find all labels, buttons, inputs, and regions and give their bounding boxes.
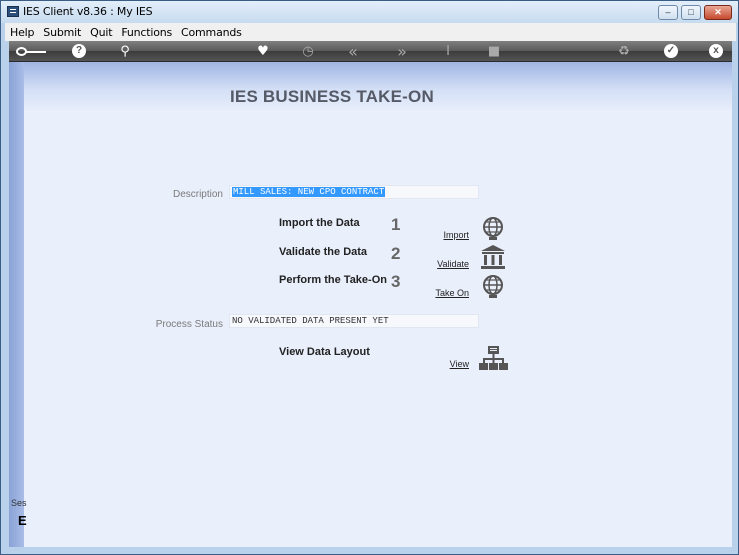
step-takeon-label: Perform the Take-On [279,274,387,286]
app-icon[interactable] [7,6,19,17]
help-icon[interactable]: ? [72,44,86,58]
menu-bar: Help Submit Quit Functions Commands [5,23,736,41]
toolbar: ? ⚲ ♥ ◷ « » I ■ ♻ ✓ x [9,41,732,62]
check-icon[interactable]: ✓ [664,44,678,58]
forward-icon[interactable]: » [393,43,411,60]
import-link[interactable]: Import [409,230,469,240]
step-takeon-number: 3 [391,272,401,291]
menu-help[interactable]: Help [5,23,38,39]
close-icon: ✕ [714,7,722,17]
bank-icon[interactable] [480,244,506,270]
session-icon[interactable]: E [18,513,27,528]
main-content [9,62,732,547]
process-status-field: NO VALIDATED DATA PRESENT YET [229,314,479,328]
title-bar: IES Client v8.36 : My IES – □ ✕ [1,1,738,23]
step-import-label: Import the Data [279,217,360,229]
menu-quit[interactable]: Quit [85,23,116,39]
view-link[interactable]: View [409,359,469,369]
app-window: IES Client v8.36 : My IES – □ ✕ Help Subm… [0,0,739,555]
globe-icon[interactable] [480,273,506,299]
session-sidebar [9,62,24,547]
maximize-button[interactable]: □ [681,5,701,20]
minimize-button[interactable]: – [658,5,678,20]
menu-submit[interactable]: Submit [38,23,85,39]
search-icon[interactable]: ⚲ [116,43,134,60]
heart-icon[interactable]: ♥ [254,43,272,60]
step-validate-number: 2 [391,244,401,263]
stop-icon[interactable]: ■ [485,43,503,60]
description-value: MILL SALES: NEW CPO CONTRACT [232,187,386,197]
rewind-icon[interactable]: « [344,43,362,60]
step-import-number: 1 [391,215,401,234]
description-label: Description [172,189,223,200]
menu-commands[interactable]: Commands [176,23,246,39]
window-title: IES Client v8.36 : My IES [23,5,153,18]
validate-link[interactable]: Validate [409,259,469,269]
take-on-link[interactable]: Take On [409,288,469,298]
toolbar-close-icon[interactable]: x [709,44,723,58]
recycle-icon[interactable]: ♻ [615,43,633,60]
page-title: IES BUSINESS TAKE-ON [230,87,434,106]
clock-icon[interactable]: ◷ [299,43,317,60]
view-data-layout-label: View Data Layout [279,346,370,358]
text-cursor-icon[interactable]: I [439,43,457,60]
minimize-icon: – [665,7,671,17]
globe-icon[interactable] [480,215,506,241]
key-icon[interactable] [9,41,49,62]
close-button[interactable]: ✕ [704,5,732,20]
hierarchy-icon[interactable] [479,345,508,371]
session-label: Ses [11,498,27,508]
process-status-label: Process Status [155,319,223,330]
description-field[interactable]: MILL SALES: NEW CPO CONTRACT [229,185,479,199]
maximize-icon: □ [688,7,694,17]
menu-functions[interactable]: Functions [116,23,176,39]
step-validate-label: Validate the Data [279,246,368,258]
